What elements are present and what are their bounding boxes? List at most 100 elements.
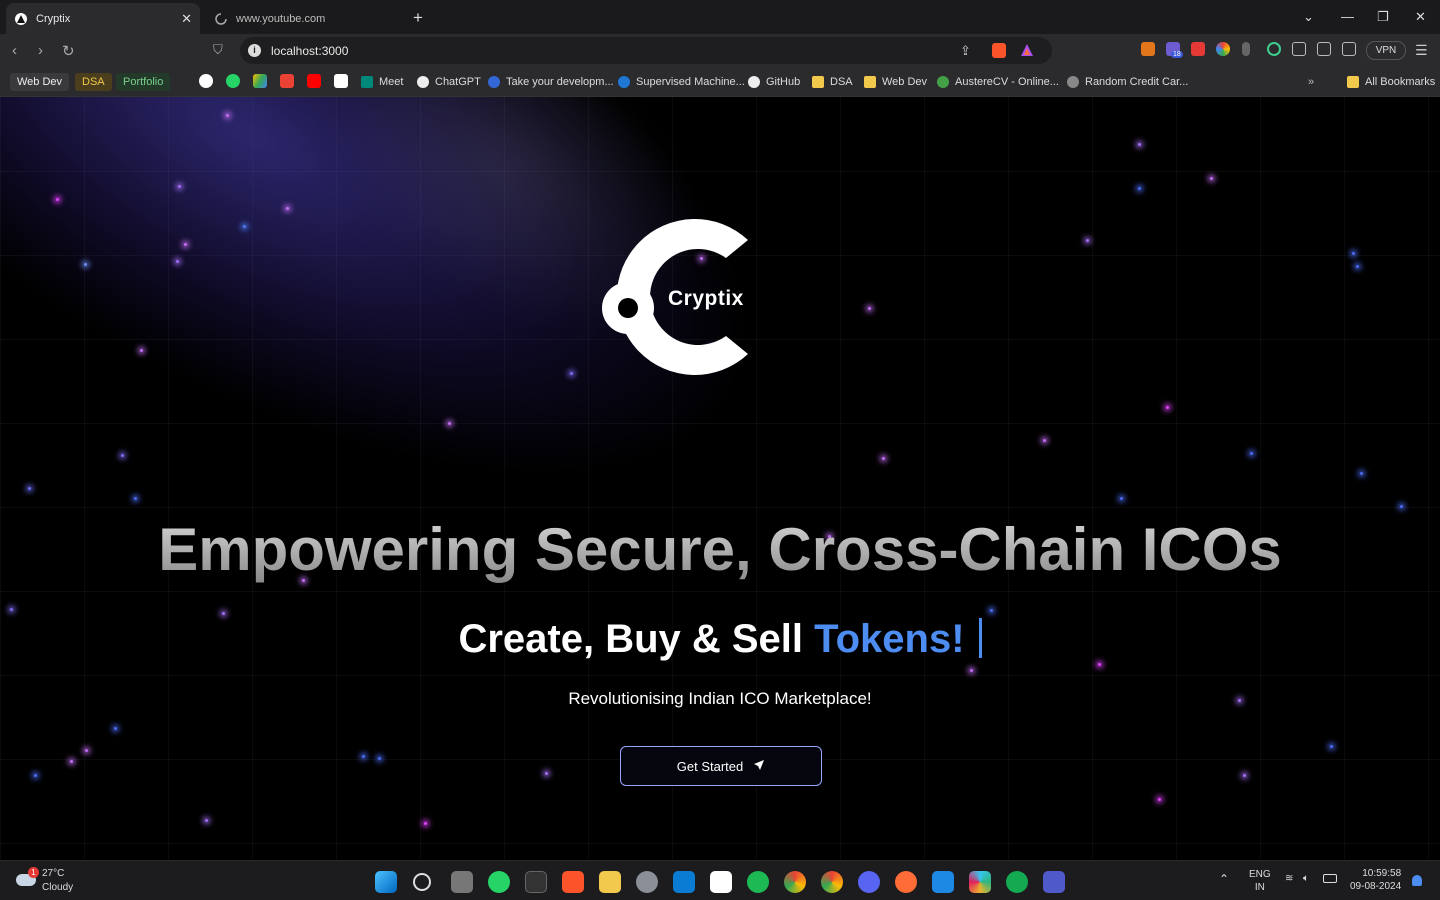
slack-icon[interactable] bbox=[969, 871, 991, 893]
star-dot bbox=[134, 497, 137, 500]
vpn-button[interactable]: VPN bbox=[1366, 41, 1406, 60]
chevron-right-icon[interactable]: » bbox=[1308, 73, 1314, 91]
new-tab-button[interactable]: + bbox=[413, 8, 423, 28]
triangle-icon bbox=[14, 12, 28, 26]
brave-rewards-icon[interactable] bbox=[1020, 43, 1034, 62]
chrome-icon[interactable] bbox=[784, 871, 806, 893]
bookmark-label: Meet bbox=[379, 76, 404, 88]
share-icon[interactable]: ⇪ bbox=[960, 43, 971, 59]
bookmark-icon[interactable]: ⛉ bbox=[213, 42, 223, 58]
minimize-icon[interactable]: — bbox=[1341, 9, 1354, 24]
vscode-icon[interactable] bbox=[673, 871, 695, 893]
weather-badge: 1 bbox=[28, 867, 39, 878]
google-icon[interactable] bbox=[199, 74, 213, 88]
star-dot bbox=[286, 207, 289, 210]
folder-icon bbox=[812, 76, 824, 88]
restore-icon[interactable]: ❐ bbox=[1377, 9, 1389, 25]
mongodb-icon[interactable] bbox=[1006, 871, 1028, 893]
chevron-up-icon[interactable]: ⌃ bbox=[1219, 872, 1229, 886]
bookmark-supervised[interactable]: Supervised Machine... bbox=[618, 73, 745, 91]
star-dot bbox=[205, 819, 208, 822]
bookmark-label: All Bookmarks bbox=[1365, 76, 1436, 88]
bookmark-develop[interactable]: Take your developm... bbox=[488, 73, 614, 91]
brave-shields-icon[interactable] bbox=[992, 43, 1006, 58]
bookmark-github[interactable]: GitHub bbox=[748, 73, 800, 91]
battery-icon[interactable] bbox=[1323, 874, 1337, 883]
star-dot bbox=[1166, 406, 1169, 409]
star-dot bbox=[70, 760, 73, 763]
get-started-button[interactable]: Get Started bbox=[620, 746, 822, 786]
star-dot bbox=[140, 349, 143, 352]
info-icon[interactable]: i bbox=[248, 44, 261, 57]
wifi-icon[interactable]: ≋ bbox=[1285, 873, 1293, 884]
postman-icon[interactable] bbox=[895, 871, 917, 893]
task-view-icon[interactable] bbox=[451, 871, 473, 893]
gmail-icon[interactable] bbox=[280, 74, 294, 88]
volume-icon[interactable]: 🔈︎ bbox=[1303, 873, 1309, 884]
star-dot bbox=[1138, 187, 1141, 190]
bookmark-meet[interactable]: Meet bbox=[361, 73, 403, 91]
extension-icon[interactable] bbox=[1267, 42, 1281, 56]
vpn-label: VPN bbox=[1375, 45, 1397, 56]
reload-icon[interactable]: ↻ bbox=[62, 42, 75, 60]
star-dot bbox=[970, 669, 973, 672]
whatsapp-icon[interactable] bbox=[226, 74, 240, 88]
extension-icon[interactable] bbox=[1242, 42, 1250, 56]
brave-icon[interactable] bbox=[562, 871, 584, 893]
bookmark-folder-dsa-2[interactable]: DSA bbox=[812, 73, 853, 91]
extension-icon[interactable] bbox=[1191, 42, 1205, 56]
forward-icon[interactable]: › bbox=[38, 42, 43, 59]
extension-badge: 18 bbox=[1171, 51, 1183, 58]
discord-icon[interactable] bbox=[858, 871, 880, 893]
bookmark-random-credit[interactable]: Random Credit Car... bbox=[1067, 73, 1188, 91]
star-dot bbox=[85, 749, 88, 752]
window-close-icon[interactable]: ✕ bbox=[1415, 9, 1426, 25]
clock[interactable]: 10:59:58 09-08-2024 bbox=[1350, 867, 1401, 893]
star-dot bbox=[545, 772, 548, 775]
puzzle-icon[interactable] bbox=[1292, 42, 1306, 56]
url-text[interactable]: localhost:3000 bbox=[271, 44, 348, 58]
bookmark-folder-web-dev[interactable]: Web Dev bbox=[10, 73, 70, 91]
tab-strip: Cryptix ✕ www.youtube.com + ⌄ — ❐ ✕ bbox=[0, 0, 1440, 34]
amazon-icon[interactable] bbox=[334, 74, 348, 88]
chrome-icon[interactable] bbox=[821, 871, 843, 893]
teams-icon[interactable] bbox=[1043, 871, 1065, 893]
metamask-icon[interactable] bbox=[1141, 42, 1155, 56]
youtube-icon[interactable] bbox=[307, 74, 321, 88]
back-icon[interactable]: ‹ bbox=[12, 42, 17, 59]
close-icon[interactable]: ✕ bbox=[181, 11, 192, 27]
subhead-accent: Tokens! bbox=[814, 617, 965, 661]
bookmark-label: GitHub bbox=[766, 76, 801, 88]
menu-icon[interactable]: ☰ bbox=[1415, 42, 1428, 59]
tab-cryptix[interactable]: Cryptix ✕ bbox=[6, 3, 200, 34]
bookmark-folder-portfolio[interactable]: Portfolio bbox=[116, 73, 171, 91]
bookmark-folder-dsa[interactable]: DSA bbox=[75, 73, 112, 91]
terminal-icon[interactable] bbox=[525, 871, 547, 893]
bookmark-folder-web-dev-2[interactable]: Web Dev bbox=[864, 73, 927, 91]
tab-youtube[interactable]: www.youtube.com bbox=[206, 3, 402, 34]
notion-icon[interactable] bbox=[710, 871, 732, 893]
sidebar-icon[interactable] bbox=[1317, 42, 1331, 56]
address-bar[interactable]: i localhost:3000 ⇪ bbox=[240, 37, 1052, 64]
chevron-down-icon[interactable]: ⌄ bbox=[1303, 9, 1314, 25]
star-dot bbox=[178, 185, 181, 188]
drive-icon[interactable] bbox=[253, 74, 267, 88]
star-dot bbox=[226, 114, 229, 117]
search-icon[interactable] bbox=[413, 873, 431, 891]
notification-bell-icon[interactable] bbox=[1412, 875, 1422, 886]
file-explorer-icon[interactable] bbox=[599, 871, 621, 893]
whatsapp-icon[interactable] bbox=[488, 871, 510, 893]
wallet-icon[interactable] bbox=[1342, 42, 1356, 56]
bookmark-chatgpt[interactable]: ChatGPT bbox=[417, 73, 481, 91]
bookmark-all[interactable]: All Bookmarks bbox=[1347, 73, 1435, 91]
star-dot bbox=[362, 755, 365, 758]
color-picker-icon[interactable] bbox=[1216, 42, 1230, 56]
spotify-icon[interactable] bbox=[747, 871, 769, 893]
bookmark-austerecv[interactable]: AustereCV - Online... bbox=[937, 73, 1059, 91]
language-indicator[interactable]: ENG IN bbox=[1249, 868, 1271, 894]
star-dot bbox=[1098, 663, 1101, 666]
start-icon[interactable] bbox=[375, 871, 397, 893]
star-dot bbox=[1086, 239, 1089, 242]
vscode-insiders-icon[interactable] bbox=[932, 871, 954, 893]
settings-icon[interactable] bbox=[636, 871, 658, 893]
